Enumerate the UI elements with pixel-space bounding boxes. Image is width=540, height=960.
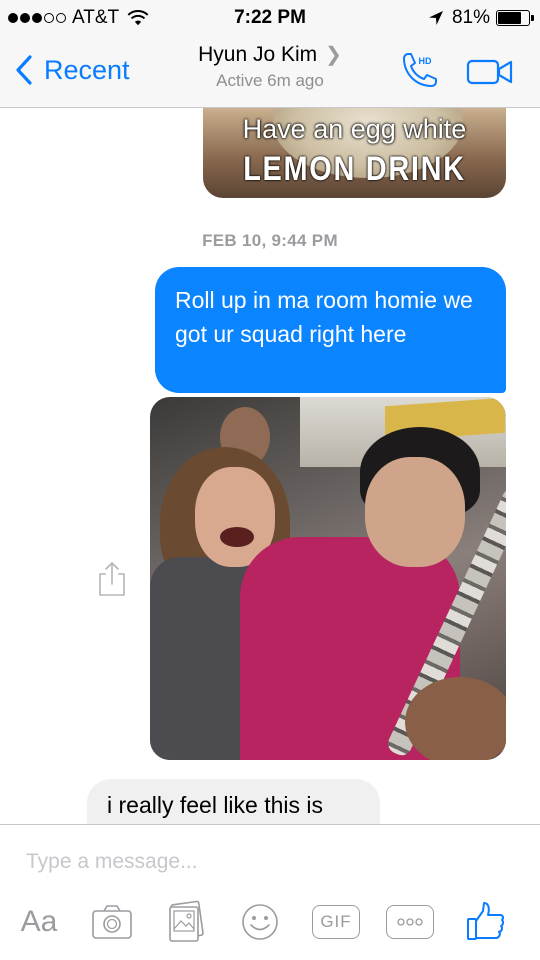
message-input[interactable] xyxy=(26,847,506,877)
hd-call-button[interactable]: HD xyxy=(398,50,440,92)
video-call-button[interactable] xyxy=(466,58,514,86)
contact-title[interactable]: Hyun Jo Kim ❯ Active 6m ago xyxy=(0,42,540,91)
composer-toolbar: Aa GIF xyxy=(0,899,540,949)
status-bar: AT&T 7:22 PM 81% xyxy=(0,0,540,36)
timestamp-separator: FEB 10, 9:44 PM xyxy=(202,231,338,250)
active-status: Active 6m ago xyxy=(216,71,324,90)
chevron-right-icon: ❯ xyxy=(325,44,342,66)
smiley-icon[interactable] xyxy=(238,899,282,945)
conversation-header: Recent Hyun Jo Kim ❯ Active 6m ago HD xyxy=(0,36,540,108)
outgoing-message-bubble[interactable]: Roll up in ma room homie we got ur squad… xyxy=(155,267,506,393)
meme-caption-top: Have an egg white xyxy=(242,114,467,144)
text-format-icon[interactable]: Aa xyxy=(16,899,62,945)
location-arrow-icon xyxy=(428,11,443,25)
battery-icon xyxy=(496,10,534,26)
gif-icon[interactable]: GIF xyxy=(312,905,360,939)
hd-badge: HD xyxy=(419,56,432,66)
ellipsis-icon xyxy=(397,918,423,926)
share-icon[interactable] xyxy=(96,560,128,598)
meme-caption-bottom: LEMON DRINK xyxy=(243,150,466,188)
incoming-message-bubble[interactable]: i really feel like this is xyxy=(87,779,380,825)
camera-icon[interactable] xyxy=(90,899,134,945)
battery-level xyxy=(498,12,521,24)
thumbs-up-icon[interactable] xyxy=(464,899,508,945)
shared-photo-group[interactable] xyxy=(150,397,506,760)
battery-percent: 81% xyxy=(451,7,490,28)
contact-name: Hyun Jo Kim xyxy=(198,43,318,66)
more-icon[interactable] xyxy=(386,905,434,939)
gallery-icon[interactable] xyxy=(164,899,208,945)
message-composer: Aa GIF xyxy=(0,824,540,960)
shared-photo-meme[interactable]: Have an egg white LEMON DRINK xyxy=(203,108,506,198)
